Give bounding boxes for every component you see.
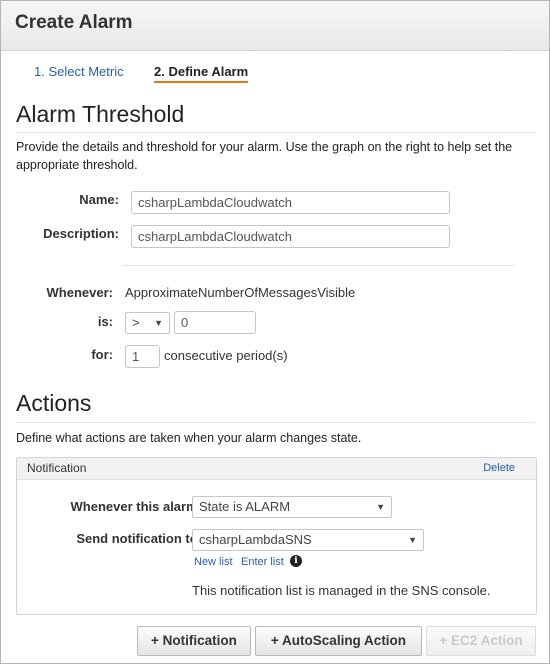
sns-topic-select[interactable]: csharpLambdaSNS ▼ — [192, 529, 424, 551]
chevron-down-icon: ▼ — [408, 535, 417, 545]
info-icon[interactable]: i — [290, 555, 302, 567]
is-label: is: — [97, 314, 113, 329]
send-notification-label: Send notification to: — [76, 531, 202, 546]
notification-panel: Notification Delete Whenever this alarm:… — [16, 457, 537, 615]
operator-select[interactable]: > ▼ — [125, 312, 170, 334]
operator-value: > — [132, 315, 140, 330]
periods-input[interactable] — [125, 345, 160, 368]
metric-name: ApproximateNumberOfMessagesVisible — [125, 285, 356, 300]
section-divider — [16, 132, 535, 133]
chevron-down-icon: ▼ — [376, 502, 385, 512]
actions-heading: Actions — [16, 390, 92, 416]
chevron-down-icon: ▼ — [154, 318, 163, 328]
section-divider — [16, 422, 535, 423]
delete-notification-link[interactable]: Delete — [483, 462, 515, 474]
notification-title: Notification — [27, 461, 87, 475]
step-select-metric[interactable]: 1. Select Metric — [34, 64, 124, 79]
actions-description: Define what actions are taken when your … — [16, 431, 362, 445]
add-autoscaling-action-button[interactable]: + AutoScaling Action — [255, 626, 422, 656]
alarm-name-input[interactable] — [131, 191, 450, 214]
threshold-description: Provide the details and threshold for yo… — [16, 140, 513, 172]
dialog-header: Create Alarm — [1, 1, 549, 51]
alarm-state-value: State is ALARM — [199, 499, 291, 514]
create-alarm-dialog: Create Alarm 1. Select Metric 2. Define … — [0, 0, 550, 664]
for-label: for: — [91, 347, 113, 362]
enter-list-link[interactable]: Enter list — [241, 556, 284, 568]
description-label: Description: — [43, 226, 119, 241]
whenever-label: Whenever: — [46, 285, 113, 300]
alarm-state-select[interactable]: State is ALARM ▼ — [192, 496, 392, 518]
inner-divider — [122, 265, 515, 266]
new-list-link[interactable]: New list — [194, 556, 233, 568]
sns-topic-value: csharpLambdaSNS — [199, 532, 312, 547]
name-label: Name: — [79, 192, 119, 207]
step-define-alarm[interactable]: 2. Define Alarm — [154, 64, 249, 83]
periods-suffix: consecutive period(s) — [164, 348, 288, 363]
managed-note: This notification list is managed in the… — [192, 583, 491, 598]
notification-panel-header: Notification Delete — [17, 458, 536, 480]
alarm-description-input[interactable] — [131, 225, 450, 248]
add-ec2-action-button[interactable]: + EC2 Action — [426, 626, 536, 656]
whenever-this-alarm-label: Whenever this alarm: — [70, 499, 203, 514]
threshold-value-input[interactable] — [174, 311, 256, 334]
dialog-title: Create Alarm — [15, 12, 133, 33]
add-notification-button[interactable]: + Notification — [137, 626, 251, 656]
alarm-threshold-heading: Alarm Threshold — [16, 101, 185, 127]
